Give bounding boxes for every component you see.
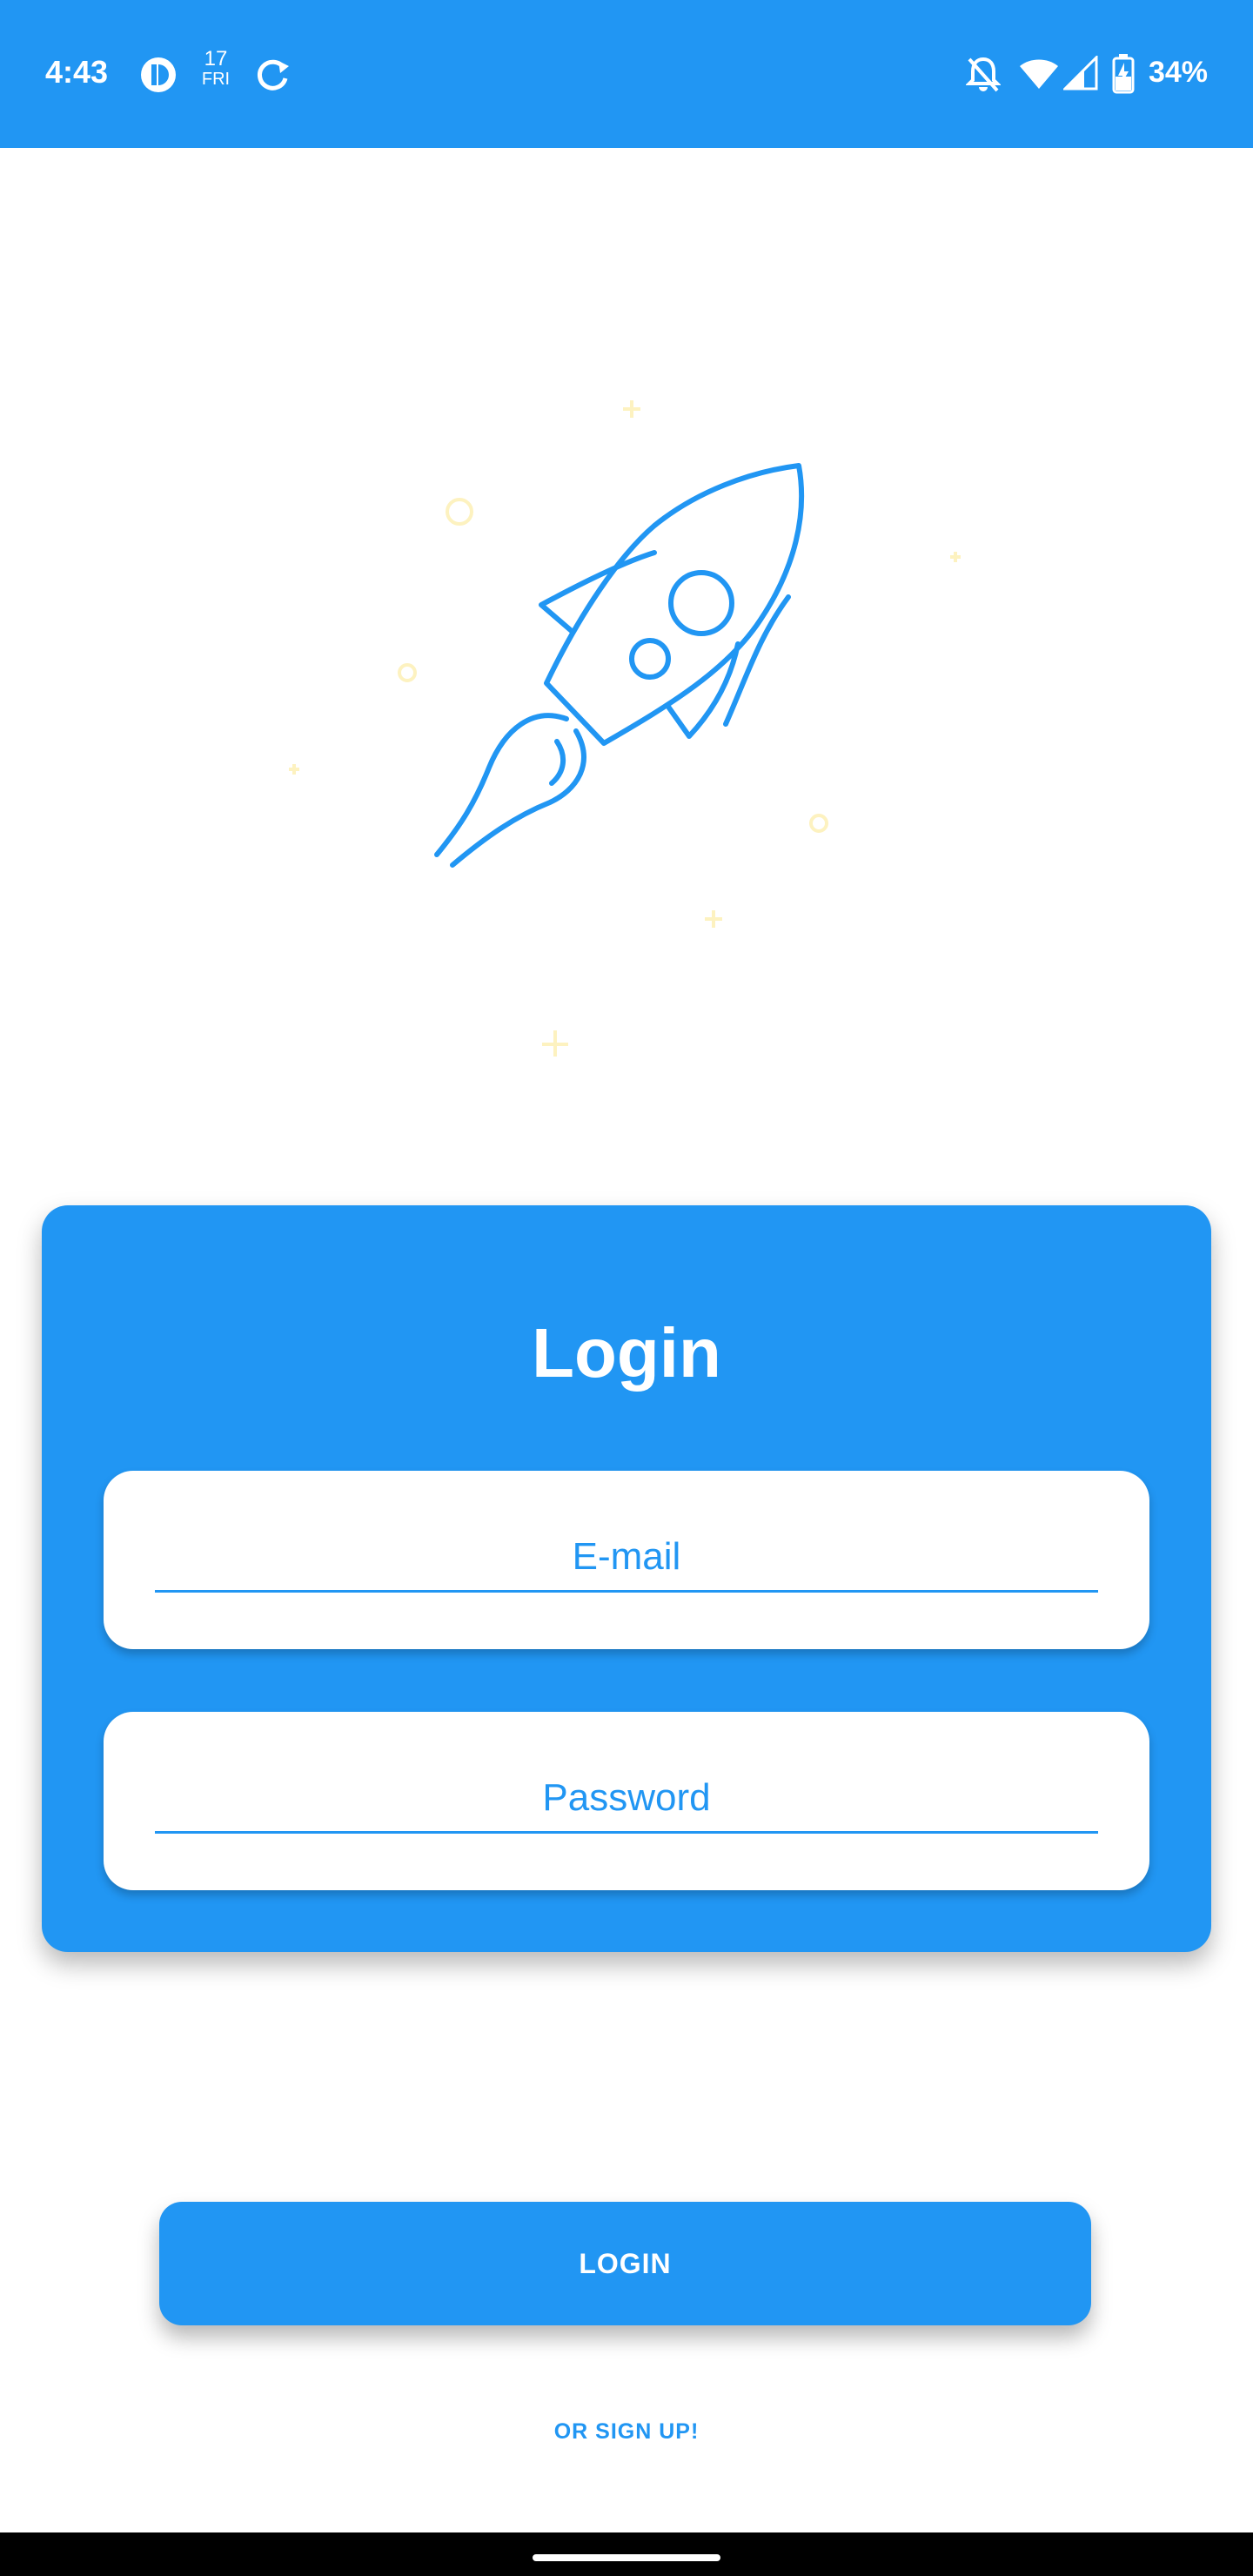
navigation-bar (0, 2532, 1253, 2576)
star-plus-icon (950, 552, 961, 562)
star-circle-icon (446, 498, 473, 526)
sign-up-link[interactable]: OR SIGN UP! (0, 2414, 1253, 2449)
sync-icon (257, 59, 289, 91)
status-bar: 4:43 17 FRI 34% (0, 0, 1253, 148)
password-field-card (104, 1712, 1149, 1890)
star-circle-icon (398, 663, 417, 682)
star-plus-icon (542, 1030, 568, 1057)
star-plus-icon (289, 764, 299, 775)
rocket-icon (434, 463, 805, 868)
battery-percentage: 34% (1148, 56, 1208, 89)
star-circle-icon (809, 814, 828, 833)
status-date-day: 17 (204, 47, 228, 70)
email-field-card (104, 1471, 1149, 1649)
password-field[interactable] (155, 1764, 1098, 1834)
email-field[interactable] (155, 1523, 1098, 1593)
cell-signal-icon (1063, 56, 1098, 91)
home-gesture-handle[interactable] (533, 2554, 720, 2561)
login-card: Login (42, 1205, 1211, 1952)
calendar-icon: 17 FRI (198, 47, 233, 90)
wifi-icon (1020, 59, 1058, 89)
notifications-off-icon (966, 57, 1001, 92)
login-screen: 4:43 17 FRI 34% Login E-mail LOGIN OR SI… (0, 0, 1253, 2576)
login-title: Login (532, 1314, 721, 1392)
status-time: 4:43 (45, 54, 109, 90)
star-plus-icon (705, 910, 722, 928)
status-date-weekday: FRI (201, 70, 231, 89)
star-plus-icon (623, 400, 640, 418)
login-button[interactable]: LOGIN (159, 2202, 1091, 2325)
rocket-illustration (289, 400, 961, 1057)
battery-charging-icon (1112, 54, 1135, 94)
app-notification-icon (141, 57, 176, 92)
